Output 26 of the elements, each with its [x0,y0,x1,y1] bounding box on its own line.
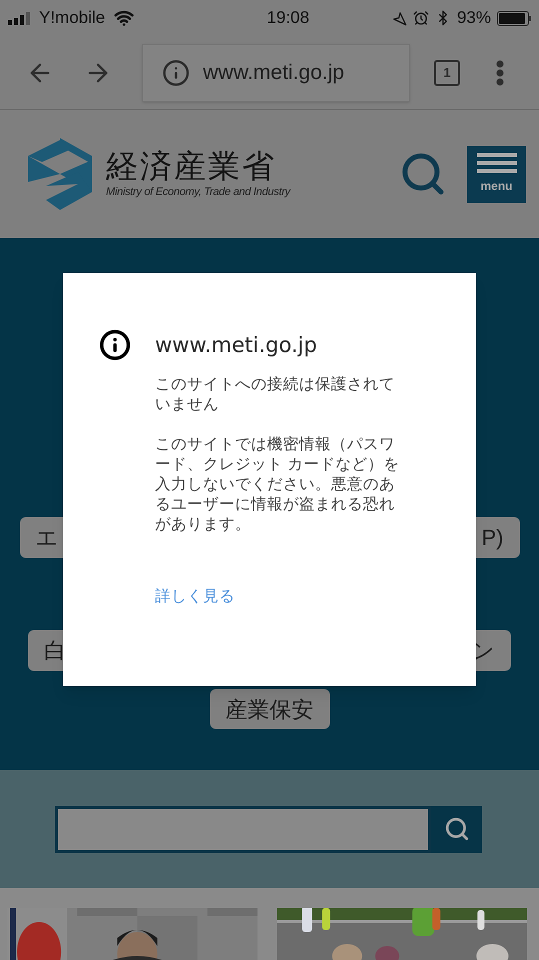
url-text: www.meti.go.jp [203,60,344,86]
dialog-detail: このサイトでは機密情報（パスワード、クレジット カードなど）を入力しないでください。悪意のあるユーザーに情報が盗まれる恐れがあります。 [155,435,400,535]
clock-time: 19:08 [266,7,310,30]
more-dots-icon [496,60,504,86]
ministry-logo-icon [28,138,92,210]
menu-button[interactable]: menu [467,146,526,202]
address-bar[interactable]: www.meti.go.jp [142,44,410,102]
location-arrow-icon [392,10,407,26]
ministry-english-name: Ministry of Economy, Trade and Industry [106,184,290,200]
alarm-clock-icon [412,10,429,26]
site-search-button[interactable] [431,806,482,852]
wifi-icon [114,8,134,28]
category-button[interactable]: 産業保安 [210,689,330,729]
battery-icon [497,10,531,26]
more-menu-button[interactable] [496,60,504,86]
info-icon [99,329,131,361]
ministry-name: 経済産業省 [106,148,277,184]
tab-count-button[interactable]: 1 [434,60,460,86]
carrier-name: Y!mobile [39,7,106,30]
dialog-message: このサイトへの接続は保護されていません [155,375,396,415]
search-icon [444,816,470,842]
site-search-field[interactable] [55,806,431,852]
learn-more-link[interactable]: 詳しく見る [155,585,235,608]
battery-percentage: 93% [456,7,491,30]
info-icon [162,58,190,86]
dialog-title: www.meti.go.jp [155,332,318,359]
